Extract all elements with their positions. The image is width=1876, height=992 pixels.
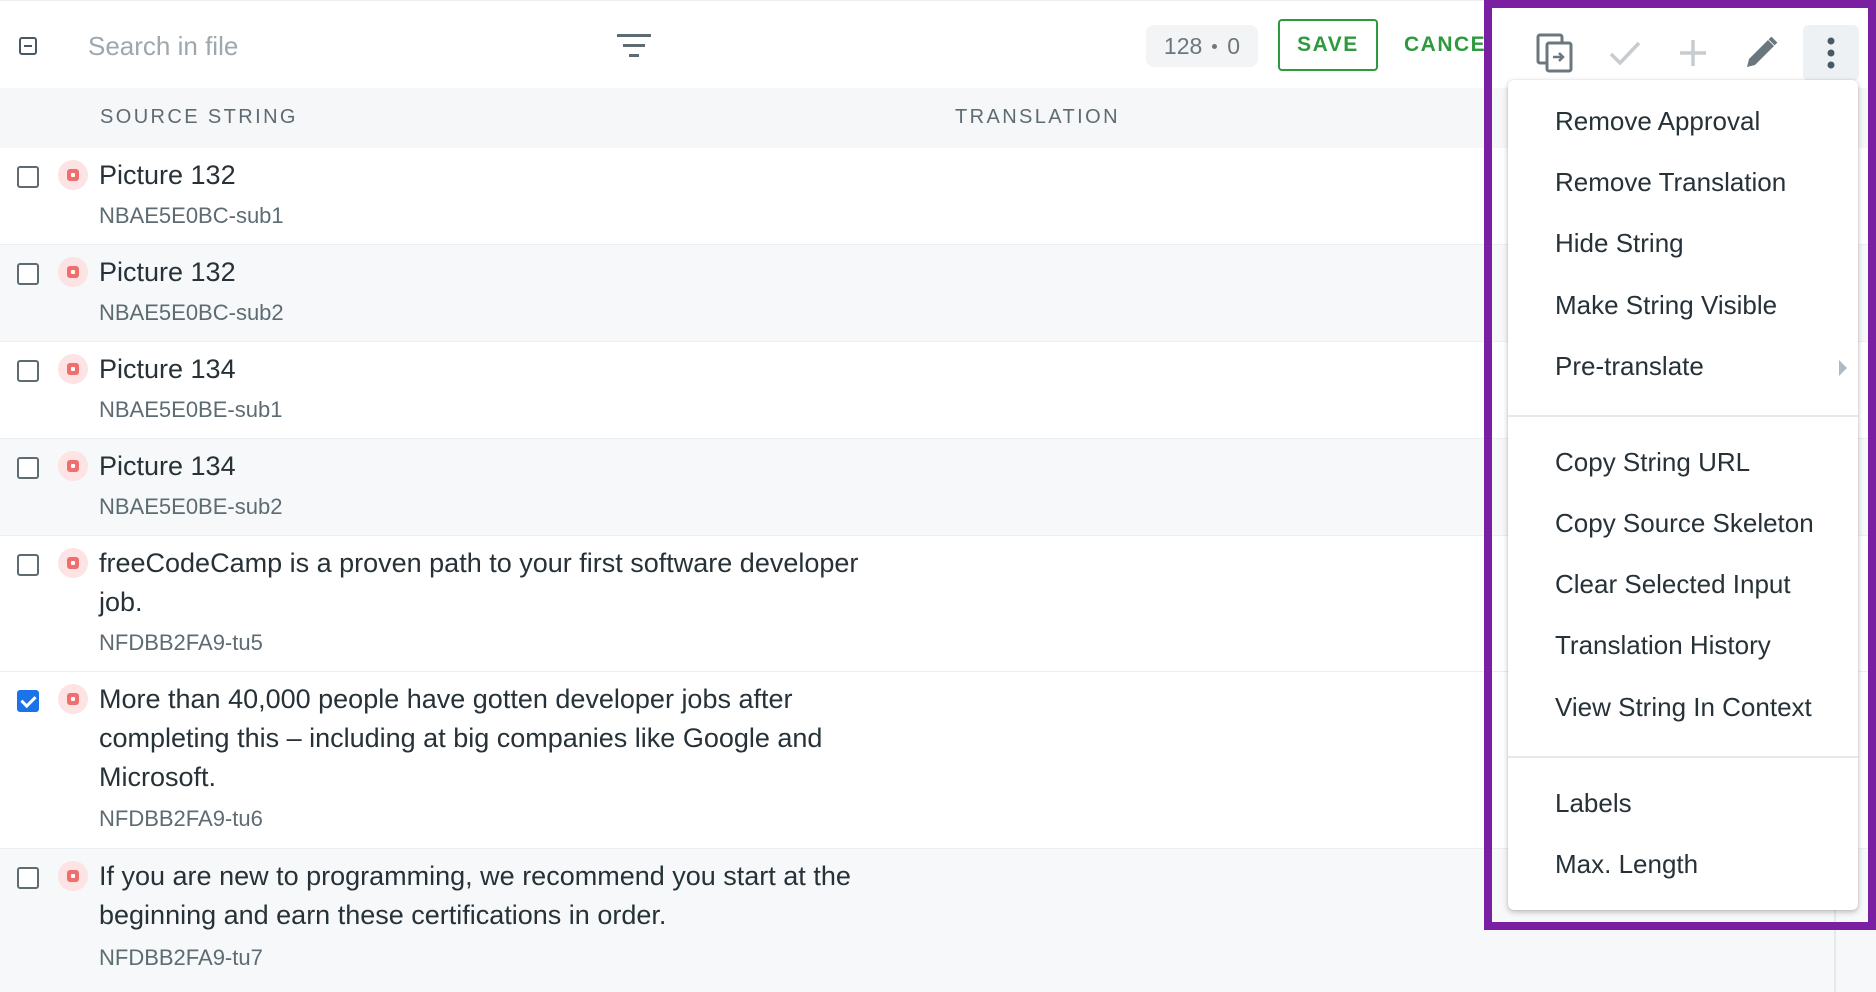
copy-source-icon[interactable] <box>1532 30 1578 76</box>
edit-pencil-icon[interactable] <box>1738 30 1784 76</box>
more-actions-menu: Remove Approval Remove Translation Hide … <box>1508 80 1858 910</box>
string-id: NBAE5E0BC-sub1 <box>99 203 284 228</box>
menu-item-clear-selected-input[interactable]: Clear Selected Input <box>1555 569 1791 600</box>
row-checkbox-checked[interactable] <box>17 690 39 712</box>
menu-item-copy-source-skeleton[interactable]: Copy Source Skeleton <box>1555 508 1814 539</box>
more-vertical-icon[interactable] <box>1803 25 1859 81</box>
source-text: If you are new to programming, we recomm… <box>99 861 851 930</box>
menu-item-remove-translation[interactable]: Remove Translation <box>1555 167 1786 198</box>
cancel-button[interactable]: CANCEL <box>1398 19 1490 71</box>
filter-icon[interactable] <box>614 31 654 61</box>
source-text: Picture 134 <box>99 354 236 384</box>
menu-item-view-string-in-context[interactable]: View String In Context <box>1555 692 1812 723</box>
source-string-header: SOURCE STRING <box>100 106 298 128</box>
source-text: Picture 132 <box>99 160 236 190</box>
submenu-arrow-icon <box>1839 360 1847 376</box>
menu-item-labels[interactable]: Labels <box>1555 788 1632 819</box>
row-checkbox[interactable] <box>17 166 39 188</box>
untranslated-status-icon <box>58 451 88 481</box>
untranslated-status-icon <box>58 684 88 714</box>
row-checkbox[interactable] <box>17 457 39 479</box>
row-checkbox[interactable] <box>17 263 39 285</box>
menu-item-make-string-visible[interactable]: Make String Visible <box>1555 290 1777 321</box>
row-checkbox[interactable] <box>17 360 39 382</box>
menu-item-hide-string[interactable]: Hide String <box>1555 228 1684 259</box>
source-text: More than 40,000 people have gotten deve… <box>99 684 823 792</box>
save-button[interactable]: SAVE <box>1278 19 1378 71</box>
string-id: NBAE5E0BC-sub2 <box>99 300 284 325</box>
string-id: NFDBB2FA9-tu7 <box>99 945 263 970</box>
row-checkbox[interactable] <box>17 867 39 889</box>
string-id: NFDBB2FA9-tu5 <box>99 630 263 655</box>
untranslated-status-icon <box>58 354 88 384</box>
untranslated-status-icon <box>58 257 88 287</box>
string-id: NBAE5E0BE-sub2 <box>99 494 283 519</box>
menu-item-remove-approval[interactable]: Remove Approval <box>1555 106 1760 137</box>
untranslated-status-icon <box>58 861 88 891</box>
string-id: NFDBB2FA9-tu6 <box>99 806 263 831</box>
menu-divider <box>1508 756 1858 758</box>
source-text: freeCodeCamp is a proven path to your fi… <box>99 548 859 617</box>
count-total: 128 <box>1163 32 1203 59</box>
source-text: Picture 132 <box>99 257 236 287</box>
translation-header: TRANSLATION <box>955 106 1120 128</box>
search-input[interactable] <box>86 25 570 67</box>
menu-divider <box>1508 415 1858 417</box>
approve-check-icon[interactable] <box>1602 30 1648 76</box>
menu-item-translation-history[interactable]: Translation History <box>1555 630 1771 661</box>
menu-item-pre-translate[interactable]: Pre-translate <box>1555 351 1704 382</box>
string-count-badge: 128 0 <box>1146 25 1258 67</box>
count-selected: 0 <box>1227 32 1241 59</box>
add-icon[interactable] <box>1670 30 1716 76</box>
source-text: Picture 134 <box>99 451 236 481</box>
menu-item-max-length[interactable]: Max. Length <box>1555 849 1698 880</box>
row-checkbox[interactable] <box>17 554 39 576</box>
menu-item-copy-string-url[interactable]: Copy String URL <box>1555 447 1750 478</box>
untranslated-status-icon <box>58 548 88 578</box>
untranslated-status-icon <box>58 160 88 190</box>
select-all-checkbox[interactable] <box>19 37 37 55</box>
string-id: NBAE5E0BE-sub1 <box>99 397 283 422</box>
count-separator-dot <box>1212 43 1218 49</box>
